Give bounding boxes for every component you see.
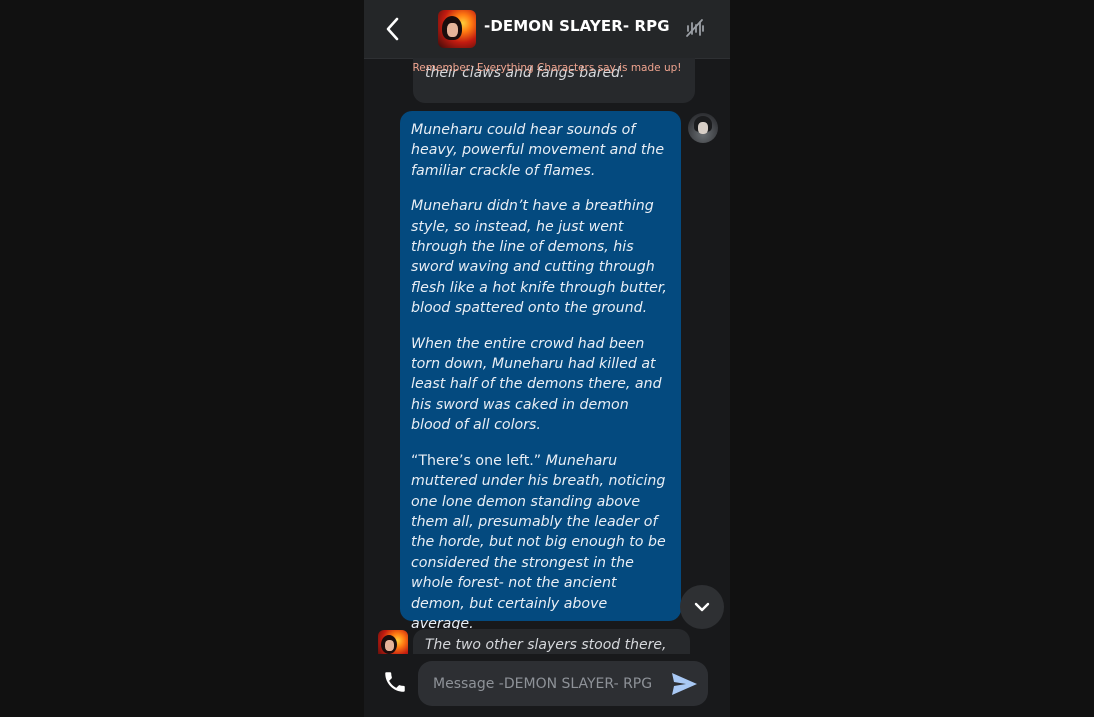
- disclaimer-text: Remember: Everything Characters say is m…: [412, 62, 682, 74]
- phone-icon: [385, 672, 405, 692]
- chevron-down-icon: [694, 602, 710, 612]
- bot-message-bubble: The two other slayers stood there,: [413, 629, 690, 654]
- composer-bar: [364, 654, 730, 717]
- message-text: The two other slayers stood there,: [425, 637, 667, 653]
- voice-toggle-button[interactable]: [684, 17, 706, 39]
- send-icon: [672, 673, 697, 695]
- chat-title[interactable]: -DEMON SLAYER- RPG: [484, 17, 670, 35]
- dialogue-quote: “There’s one left.”: [411, 452, 542, 469]
- send-button[interactable]: [670, 671, 698, 697]
- chat-screen: -DEMON SLAYER- RPG Remember: Everything …: [364, 0, 730, 717]
- message-input-container: [418, 661, 708, 706]
- message-paragraph: Muneharu didn’t have a breathing style, …: [411, 198, 667, 317]
- call-button[interactable]: [382, 669, 408, 695]
- user-avatar[interactable]: [688, 113, 718, 143]
- chevron-left-icon: [386, 17, 399, 41]
- scroll-to-bottom-button[interactable]: [680, 585, 724, 629]
- back-button[interactable]: [382, 15, 404, 43]
- message-paragraph: “There’s one left.” Muneharu muttered un…: [411, 451, 671, 635]
- chat-header: -DEMON SLAYER- RPG: [364, 0, 730, 59]
- character-avatar[interactable]: [438, 10, 476, 48]
- message-paragraph: Muneharu could hear sounds of heavy, pow…: [411, 122, 665, 179]
- message-input[interactable]: [418, 661, 663, 706]
- message-paragraph: When the entire crowd had been torn down…: [411, 335, 662, 434]
- user-message-bubble: Muneharu could hear sounds of heavy, pow…: [400, 111, 681, 632]
- message-text: Muneharu muttered under his breath, noti…: [411, 452, 666, 632]
- character-avatar-small[interactable]: [378, 630, 408, 654]
- voice-muted-icon: [686, 19, 704, 37]
- message-list[interactable]: their claws and fangs bared. Muneharu co…: [364, 58, 730, 654]
